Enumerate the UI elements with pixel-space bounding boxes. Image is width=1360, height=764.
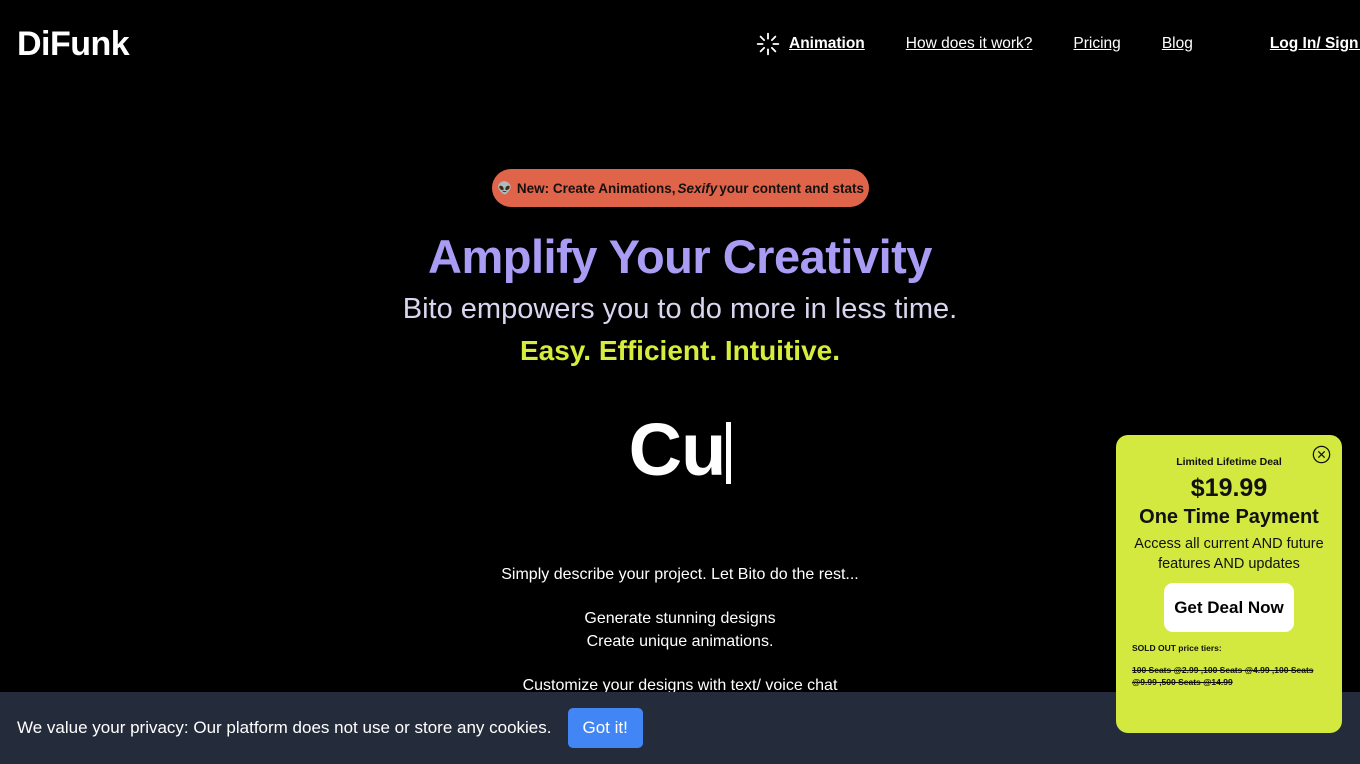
promo-kicker: Limited Lifetime Deal: [1176, 456, 1282, 468]
announcement-text-after: your content and stats: [719, 180, 865, 196]
promo-soldout-label: SOLD OUT price tiers:: [1132, 643, 1222, 653]
brand-logo[interactable]: DiFunk: [17, 24, 130, 64]
site-header: DiFunk Animation How does it work? Prici…: [0, 0, 1360, 86]
typing-text: Cu: [628, 408, 727, 491]
promo-soldout-tiers: 100 Seats @2.99 ,100 Seats @4.99 ,100 Se…: [1132, 665, 1314, 687]
text-caret: [726, 422, 732, 484]
announcement-text-before: New: Create Animations,: [516, 180, 676, 196]
promo-price: $19.99: [1190, 474, 1268, 502]
cookie-accept-button[interactable]: Got it!: [567, 708, 643, 748]
main-navigation: Animation How does it work? Pricing Blog…: [755, 30, 1360, 58]
nav-item-animation-label: Animation: [789, 35, 865, 52]
hero-section: Amplify Your Creativity Bito empowers yo…: [0, 228, 1360, 369]
sparkle-icon: [755, 31, 781, 57]
cookie-message: We value your privacy: Our platform does…: [17, 718, 552, 737]
hero-subtitle: Bito empowers you to do more in less tim…: [402, 293, 958, 325]
announcement-banner[interactable]: 👽 New: Create Animations, Sexify your co…: [492, 169, 869, 207]
promo-description: Access all current AND future features A…: [1134, 536, 1324, 572]
get-deal-now-button[interactable]: Get Deal Now: [1164, 583, 1294, 632]
hero-tagline: Easy. Efficient. Intuitive.: [519, 335, 840, 366]
alien-icon: 👽: [496, 181, 512, 195]
promo-headline: One Time Payment: [1139, 506, 1319, 528]
nav-item-login-signup[interactable]: Log In/ Sign Up: [1270, 30, 1360, 58]
close-circle-icon[interactable]: [1312, 445, 1331, 464]
nav-item-blog[interactable]: Blog: [1162, 30, 1193, 58]
nav-item-pricing[interactable]: Pricing: [1073, 30, 1120, 58]
promo-card: Limited Lifetime Deal $19.99 One Time Pa…: [1116, 435, 1342, 733]
nav-item-how-does-it-work[interactable]: How does it work?: [906, 30, 1033, 58]
announcement-emphasis: Sexify: [677, 180, 718, 196]
hero-title: Amplify Your Creativity: [428, 230, 932, 283]
nav-item-animation[interactable]: Animation: [755, 30, 865, 58]
